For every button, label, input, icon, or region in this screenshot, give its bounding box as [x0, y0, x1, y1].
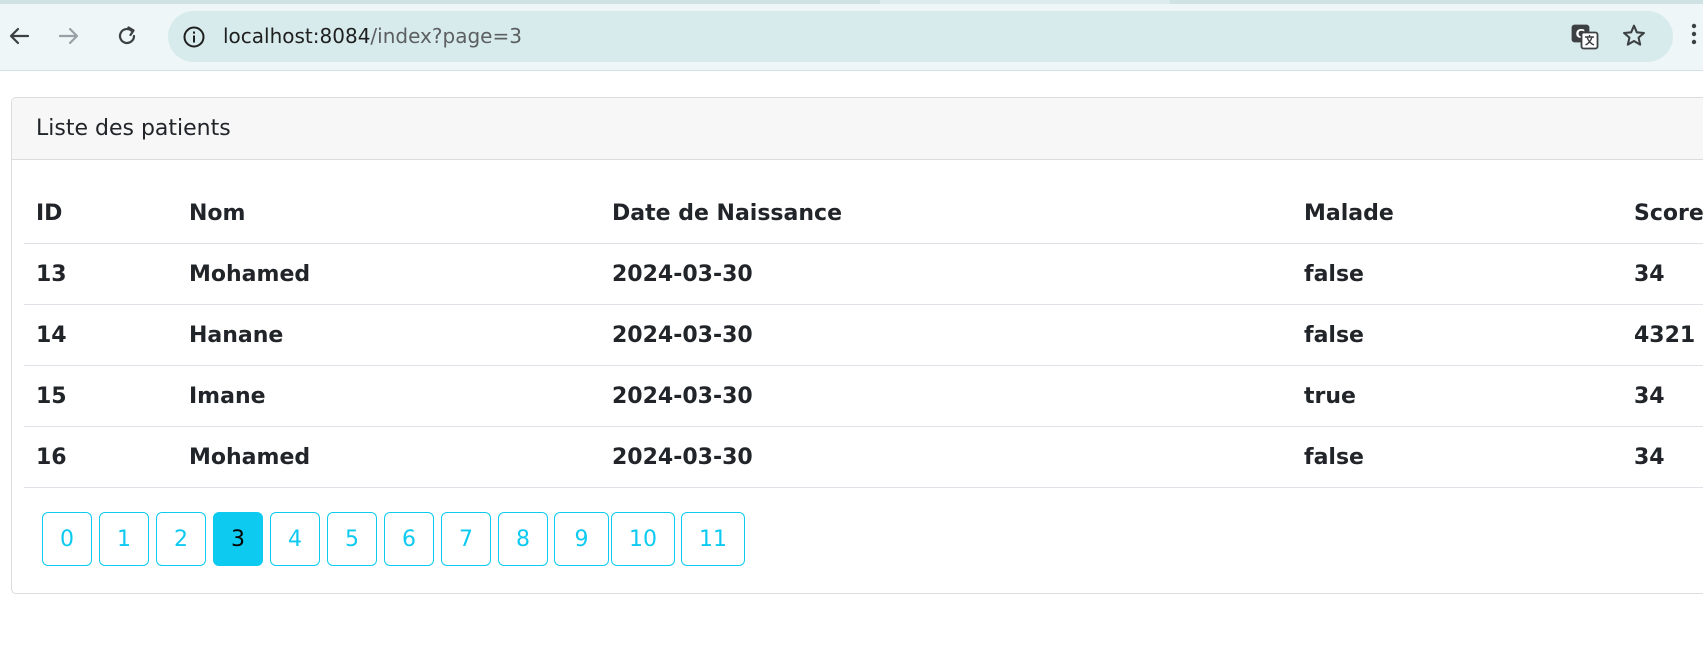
forward-arrow-icon — [58, 27, 79, 45]
url-path: /index?page=3 — [370, 24, 522, 48]
browser-toolbar: localhost:8084/index?page=3 G — [0, 0, 1703, 71]
page-button-2[interactable]: 2 — [156, 512, 206, 566]
cell-malade: false — [1292, 426, 1622, 488]
back-arrow-icon — [9, 27, 30, 45]
cell-nom: Imane — [177, 365, 600, 427]
cell-malade: false — [1292, 304, 1622, 366]
column-header-id: ID — [24, 183, 177, 244]
page-button-1[interactable]: 1 — [99, 512, 149, 566]
cell-malade: false — [1292, 243, 1622, 305]
back-button[interactable] — [2, 19, 36, 53]
cell-id: 14 — [24, 304, 177, 366]
cell-date: 2024-03-30 — [600, 426, 1292, 488]
bookmark-button[interactable] — [1620, 22, 1648, 50]
cell-id: 16 — [24, 426, 177, 488]
cell-score: 4321 — [1622, 304, 1703, 366]
table-header-row: ID Nom Date de Naissance Malade Score — [24, 183, 1703, 244]
url-host: localhost:8084 — [223, 24, 371, 48]
page-button-0[interactable]: 0 — [42, 512, 92, 566]
card-title: Liste des patients — [36, 116, 231, 141]
cell-nom: Hanane — [177, 304, 600, 366]
page-button-7[interactable]: 7 — [441, 512, 491, 566]
page-button-10[interactable]: 10 — [611, 512, 675, 566]
column-header-malade: Malade — [1292, 183, 1622, 244]
page-button-6[interactable]: 6 — [384, 512, 434, 566]
translate-icon: G — [1571, 24, 1599, 50]
patients-table: ID Nom Date de Naissance Malade Score 13… — [24, 183, 1703, 488]
page-button-5[interactable]: 5 — [327, 512, 377, 566]
star-icon — [1623, 24, 1645, 46]
cell-date: 2024-03-30 — [600, 365, 1292, 427]
page-button-9[interactable]: 9 — [554, 512, 609, 566]
table-row: 13 Mohamed 2024-03-30 false 34 — [24, 243, 1703, 305]
cell-date: 2024-03-30 — [600, 243, 1292, 305]
cell-nom: Mohamed — [177, 426, 600, 488]
browser-menu-button[interactable] — [1690, 22, 1700, 48]
table-row: 16 Mohamed 2024-03-30 false 34 — [24, 426, 1703, 488]
column-header-score: Score — [1622, 183, 1703, 244]
table-row: 15 Imane 2024-03-30 true 34 — [24, 365, 1703, 427]
reload-button[interactable] — [110, 19, 144, 53]
column-header-date-de-naissance: Date de Naissance — [600, 183, 1292, 244]
site-info-icon — [183, 26, 204, 47]
url-text[interactable]: localhost:8084/index?page=3 — [223, 23, 522, 50]
cell-malade: true — [1292, 365, 1622, 427]
site-info-button[interactable] — [180, 23, 207, 50]
cell-id: 13 — [24, 243, 177, 305]
address-bar[interactable]: localhost:8084/index?page=3 G — [168, 11, 1673, 62]
table-row: 14 Hanane 2024-03-30 false 4321 — [24, 304, 1703, 366]
column-header-nom: Nom — [177, 183, 600, 244]
cell-nom: Mohamed — [177, 243, 600, 305]
cell-score: 34 — [1622, 365, 1703, 427]
reload-icon — [118, 26, 136, 45]
menu-dots-icon — [1691, 23, 1697, 45]
page-button-4[interactable]: 4 — [270, 512, 320, 566]
forward-button[interactable] — [52, 19, 86, 53]
tab-strip-edge — [0, 0, 1703, 4]
cell-score: 34 — [1622, 426, 1703, 488]
page-button-8[interactable]: 8 — [498, 512, 548, 566]
page-button-3[interactable]: 3 — [213, 512, 263, 566]
translate-button[interactable]: G — [1571, 23, 1599, 51]
cell-id: 15 — [24, 365, 177, 427]
cell-score: 34 — [1622, 243, 1703, 305]
cell-date: 2024-03-30 — [600, 304, 1292, 366]
page-button-11[interactable]: 11 — [681, 512, 745, 566]
card-header: Liste des patients — [12, 98, 1703, 160]
